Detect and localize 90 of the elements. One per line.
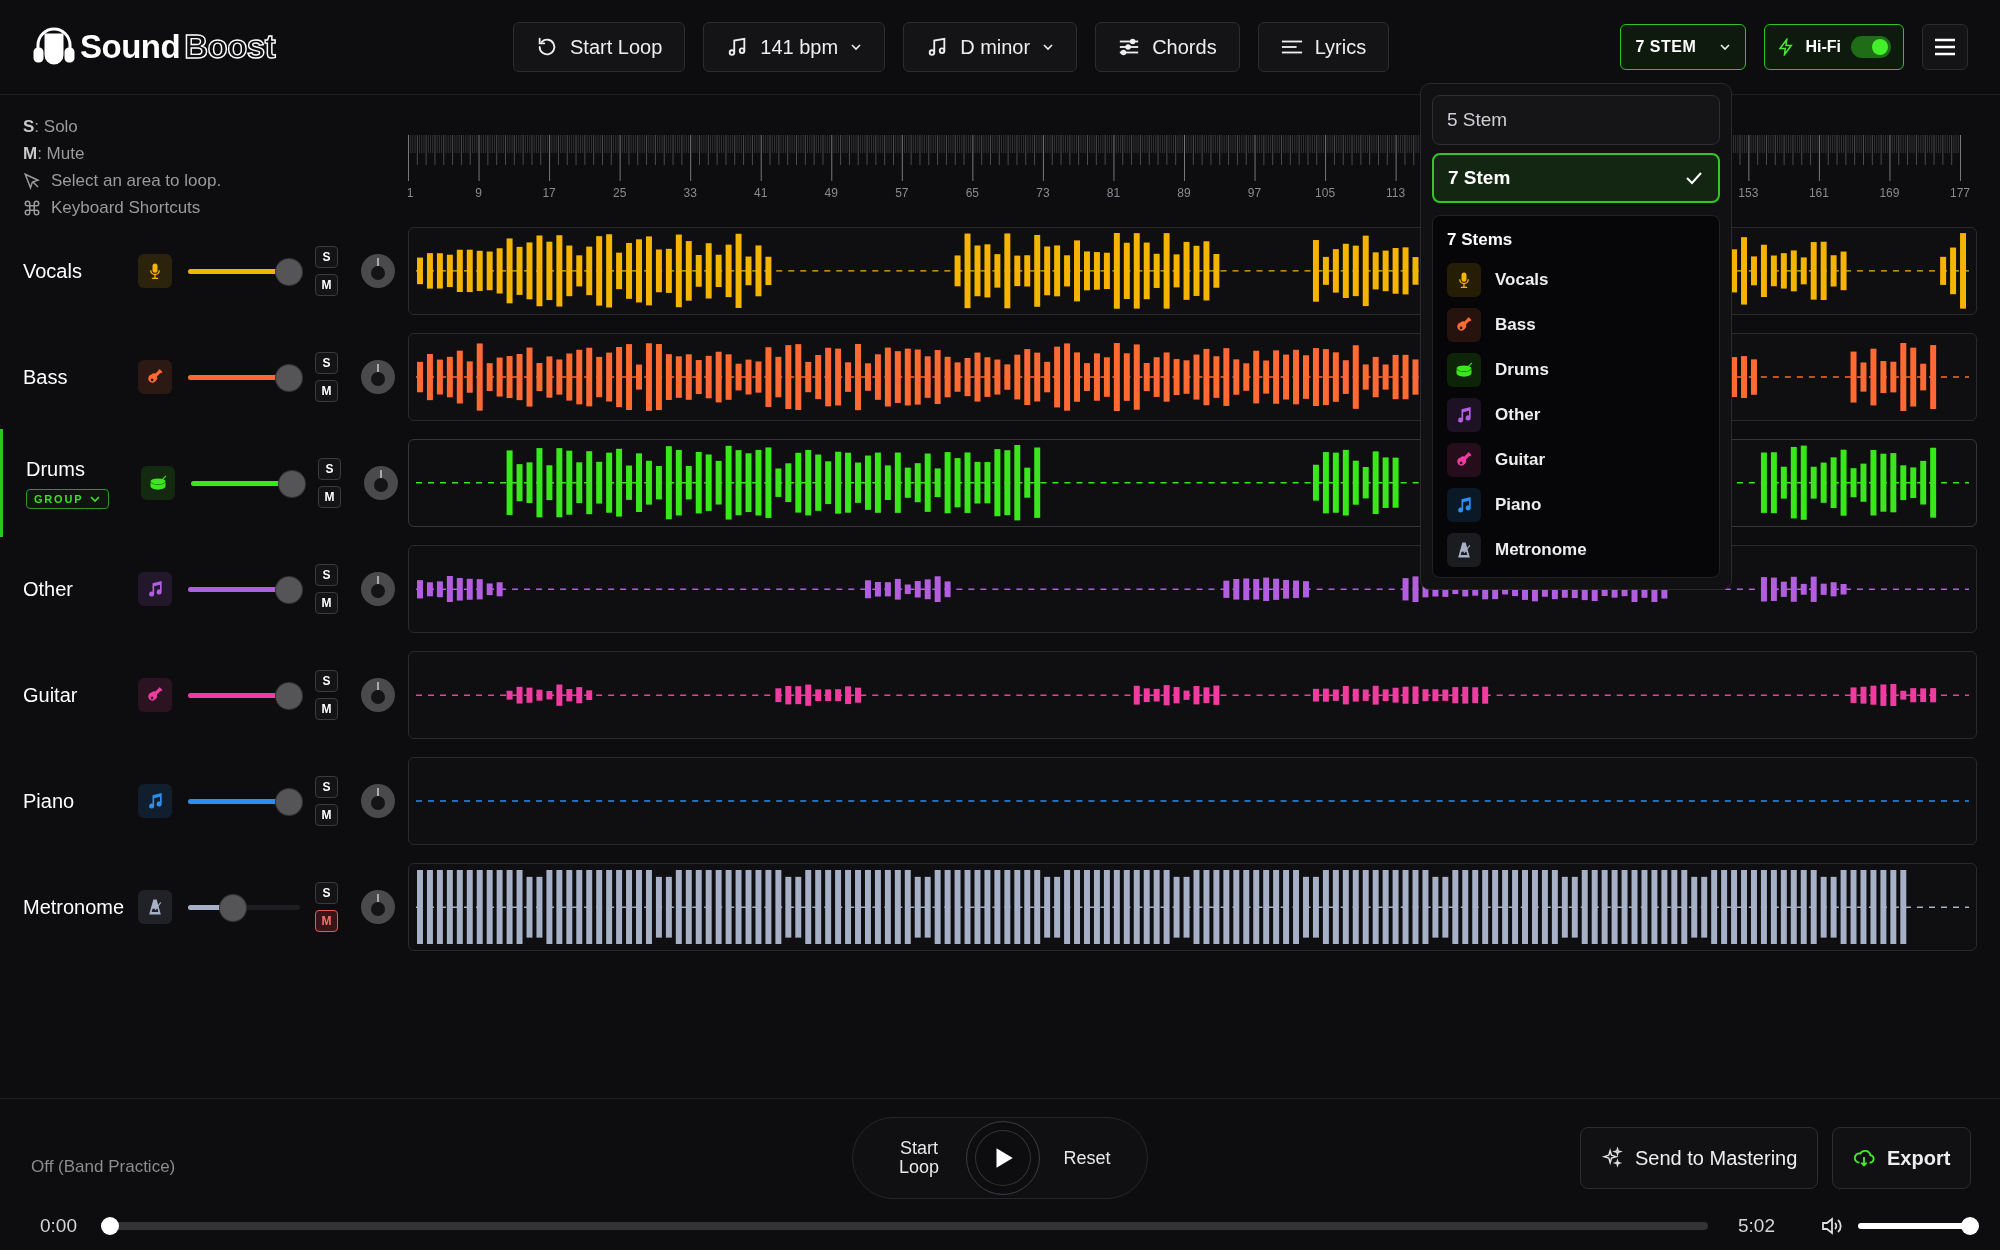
stem-list-item: Vocals (1495, 270, 1549, 290)
ruler-label: 89 (1177, 186, 1191, 200)
ruler-label: 57 (895, 186, 909, 200)
stem-list-item: Other (1495, 405, 1541, 425)
caret-icon (1719, 41, 1732, 53)
ruler-label: 73 (1036, 186, 1050, 200)
solo-legend: S: Solo (23, 117, 408, 137)
track-name: Drums (26, 457, 85, 481)
stem-list-item: Bass (1495, 315, 1536, 335)
ruler-label: 105 (1315, 186, 1336, 200)
toggle-switch[interactable] (1851, 36, 1891, 58)
volume-slider[interactable] (188, 258, 300, 284)
mastering-button[interactable]: Send to Mastering (1580, 1127, 1819, 1189)
mute-button[interactable]: M (315, 910, 338, 932)
solo-button[interactable]: S (315, 246, 338, 268)
toolbar-dropdown[interactable]: D minor (903, 22, 1078, 72)
menu-button[interactable] (1922, 24, 1968, 70)
ruler-label: 49 (824, 186, 838, 200)
mute-button[interactable]: M (318, 486, 341, 508)
track-name: Vocals (23, 259, 82, 283)
toolbar-button[interactable]: Start Loop (513, 22, 686, 72)
elapsed-time: 0:00 (40, 1215, 77, 1237)
solo-button[interactable]: S (315, 670, 338, 692)
shortcuts-link[interactable]: Keyboard Shortcuts (51, 198, 201, 218)
volume-slider[interactable] (188, 576, 300, 602)
mute-legend: M: Mute (23, 144, 408, 164)
toolbar-button[interactable]: Lyrics (1257, 22, 1390, 72)
waveform-lane[interactable] (408, 545, 1977, 633)
toolbar-button[interactable]: Chords (1095, 22, 1240, 72)
loop-icon (536, 36, 558, 58)
solo-button[interactable]: S (315, 776, 338, 798)
stem-list-item: Piano (1495, 495, 1542, 515)
speaker-icon (1820, 1215, 1844, 1237)
ruler-label: 65 (965, 186, 980, 200)
stem-list-item: Guitar (1495, 450, 1546, 470)
ruler-label: 1 (408, 186, 414, 200)
caret-icon (1042, 41, 1055, 53)
volume-slider[interactable] (191, 470, 303, 496)
stem-list-item: Metronome (1495, 540, 1587, 560)
ruler-label: 177 (1950, 186, 1970, 200)
status-text: Off (Band Practice) (31, 1157, 176, 1177)
mute-button[interactable]: M (315, 592, 338, 614)
waveform-lane[interactable] (408, 651, 1977, 739)
app-logo: SoundBoost (80, 28, 276, 66)
command-icon (23, 199, 41, 217)
sparkle-icon (1601, 1147, 1623, 1169)
volume-slider[interactable] (188, 364, 300, 390)
toolbar-dropdown[interactable]: 141 bpm (703, 22, 886, 72)
ruler-label: 41 (754, 186, 768, 200)
mute-button[interactable]: M (315, 274, 338, 296)
stem-option[interactable]: 5 Stem (1432, 95, 1720, 145)
cursor-icon (23, 172, 41, 190)
track-name: Piano (23, 789, 75, 813)
volume-slider[interactable] (188, 788, 300, 814)
ruler-label: 9 (475, 186, 482, 200)
stem-dropdown[interactable]: 7 STEM (1620, 24, 1747, 70)
ruler-label: 113 (1386, 186, 1406, 200)
start-loop-button[interactable]: Start Loop (889, 1139, 949, 1177)
caret-icon (850, 41, 863, 53)
ruler-label: 17 (542, 186, 556, 200)
ruler-label: 33 (683, 186, 697, 200)
stem-list-item: Drums (1495, 360, 1549, 380)
ruler-label: 81 (1106, 186, 1121, 200)
loop-hint: Select an area to loop. (51, 171, 222, 191)
mute-button[interactable]: M (315, 380, 338, 402)
solo-button[interactable]: S (315, 882, 338, 904)
ruler-label: 153 (1738, 186, 1759, 200)
volume-slider[interactable] (188, 894, 300, 920)
track-name: Other (23, 577, 74, 601)
track-name: Bass (23, 365, 68, 389)
duration-time: 5:02 (1738, 1215, 1775, 1237)
mute-button[interactable]: M (315, 698, 338, 720)
reset-button[interactable]: Reset (1057, 1148, 1117, 1168)
stem-option[interactable]: 7 Stem (1432, 153, 1720, 203)
solo-button[interactable]: S (315, 352, 338, 374)
solo-button[interactable]: S (318, 458, 341, 480)
volume-slider[interactable] (188, 682, 300, 708)
hifi-toggle[interactable]: Hi-Fi (1764, 24, 1904, 70)
ruler-label: 25 (612, 186, 627, 200)
solo-button[interactable]: S (315, 564, 338, 586)
group-dropdown[interactable]: GROUP (26, 488, 110, 509)
ruler-label: 169 (1879, 186, 1900, 200)
track-name: Guitar (23, 683, 78, 707)
stem-list-heading: 7 Stems (1447, 230, 1514, 250)
ruler-label: 161 (1808, 186, 1829, 200)
track-name: Metronome (23, 895, 125, 919)
cloud-download-icon (1853, 1147, 1875, 1169)
export-button[interactable]: Export (1832, 1127, 1972, 1189)
ruler-label: 97 (1247, 186, 1262, 200)
mute-button[interactable]: M (315, 804, 338, 826)
